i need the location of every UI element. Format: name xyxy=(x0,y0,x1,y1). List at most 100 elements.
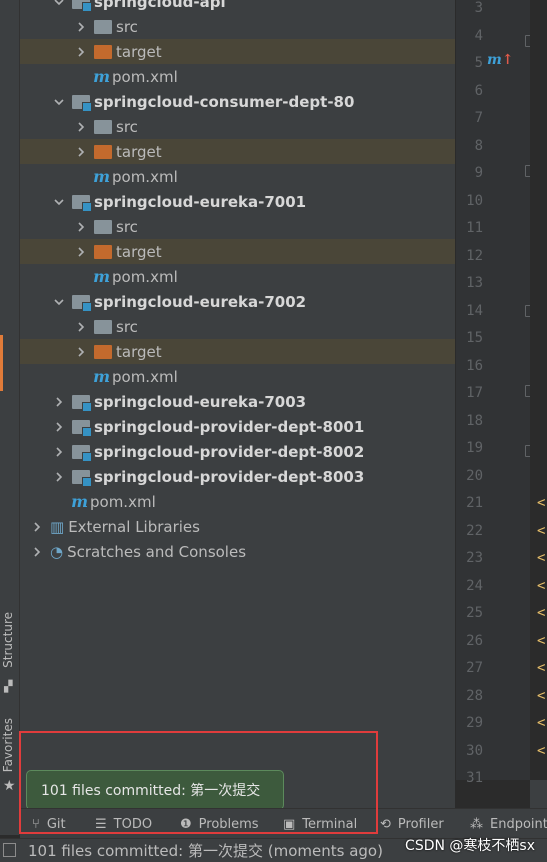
tree-item-module[interactable]: springcloud-eureka-7002 xyxy=(20,289,455,314)
tree-item-module[interactable]: springcloud-eureka-7001 xyxy=(20,189,455,214)
tree-item-label: springcloud-eureka-7002 xyxy=(94,292,307,311)
tab-terminal[interactable]: ▣ Terminal xyxy=(283,809,357,839)
tree-item-module[interactable]: springcloud-provider-dept-8003 xyxy=(20,464,455,489)
line-number: 29 xyxy=(466,715,483,731)
tree-item-src[interactable]: src xyxy=(20,14,455,39)
tree-item-scratches[interactable]: ◔ Scratches and Consoles xyxy=(20,539,455,564)
module-folder-icon xyxy=(72,444,92,462)
tree-item-pom[interactable]: m pom.xml xyxy=(20,489,455,514)
line-number: 31 xyxy=(466,770,483,786)
tree-item-label: springcloud-provider-dept-8002 xyxy=(94,442,365,461)
tab-label: Profiler xyxy=(397,816,444,832)
tab-label: Terminal xyxy=(302,816,358,832)
tab-label: TODO xyxy=(113,816,153,832)
chevron-down-icon[interactable] xyxy=(52,95,66,109)
todo-list-icon: ☰ xyxy=(95,816,107,832)
tree-item-label: springcloud-provider-dept-8003 xyxy=(94,467,365,486)
maven-parent-marker-icon[interactable]: m↑ xyxy=(487,52,514,68)
tree-item-label: target xyxy=(116,242,162,261)
module-folder-icon xyxy=(72,194,92,212)
chevron-right-icon[interactable] xyxy=(74,345,88,359)
tree-item-pom[interactable]: m pom.xml xyxy=(20,64,455,89)
excluded-folder-icon xyxy=(94,344,112,359)
watermark: CSDN @寒枝不栖sx xyxy=(405,838,535,854)
line-number: 24 xyxy=(466,577,483,594)
tab-todo[interactable]: ☰ TODO xyxy=(95,809,152,839)
chevron-right-icon[interactable] xyxy=(74,145,88,159)
tree-item-pom[interactable]: m pom.xml xyxy=(20,164,455,189)
excluded-folder-icon xyxy=(94,144,112,159)
maven-icon: m xyxy=(71,492,88,511)
module-folder-icon xyxy=(72,94,92,112)
line-number: 19 xyxy=(466,440,483,456)
profiler-icon: ⟲ xyxy=(380,816,391,832)
chevron-right-icon[interactable] xyxy=(52,445,66,459)
tree-item-pom[interactable]: m pom.xml xyxy=(20,264,455,289)
chevron-right-icon[interactable] xyxy=(74,45,88,59)
chevron-right-icon[interactable] xyxy=(52,470,66,484)
line-number: 25 xyxy=(466,605,483,621)
folder-icon xyxy=(94,119,112,134)
commit-notification-toast[interactable]: 101 files committed: 第一次提交 xyxy=(26,770,284,810)
structure-tool-button[interactable]: Structure xyxy=(1,612,15,668)
toggle-tool-windows-icon[interactable] xyxy=(3,843,16,857)
tree-item-module[interactable]: springcloud-eureka-7003 xyxy=(20,389,455,414)
favorites-tool-button[interactable]: Favorites xyxy=(1,718,15,772)
chevron-right-icon[interactable] xyxy=(52,420,66,434)
module-folder-icon xyxy=(72,419,92,437)
tree-item-label: springcloud-api xyxy=(94,0,226,11)
chevron-right-icon[interactable] xyxy=(30,545,44,559)
status-message[interactable]: 101 files committed: 第一次提交 (moments ago) xyxy=(28,840,383,861)
line-number: 30 xyxy=(466,742,483,759)
tree-item-target[interactable]: target xyxy=(20,139,455,164)
chevron-right-icon[interactable] xyxy=(74,20,88,34)
tree-item-module[interactable]: springcloud-consumer-dept-80 xyxy=(20,89,455,114)
tree-item-module[interactable]: springcloud-provider-dept-8001 xyxy=(20,414,455,439)
tree-item-label: target xyxy=(116,142,162,161)
tree-item-target[interactable]: target xyxy=(20,239,455,264)
chevron-right-icon[interactable] xyxy=(30,520,44,534)
tree-item-target[interactable]: target xyxy=(20,39,455,64)
line-number: 18 xyxy=(466,412,483,429)
tab-git[interactable]: ⑂ Git xyxy=(32,809,66,839)
chevron-right-icon[interactable] xyxy=(52,395,66,409)
terminal-icon: ▣ xyxy=(283,816,296,832)
line-number: 7 xyxy=(474,110,483,126)
tree-item-src[interactable]: src xyxy=(20,314,455,339)
line-number: 12 xyxy=(466,247,483,264)
chevron-down-icon[interactable] xyxy=(52,295,66,309)
code-line: < xyxy=(537,605,546,621)
active-tool-indicator xyxy=(0,335,3,391)
chevron-down-icon[interactable] xyxy=(52,195,66,209)
tree-item-label: src xyxy=(116,217,138,236)
folder-icon xyxy=(94,219,112,234)
chevron-right-icon[interactable] xyxy=(74,120,88,134)
code-line: < xyxy=(537,522,546,539)
chevron-right-icon[interactable] xyxy=(74,245,88,259)
tree-item-src[interactable]: src xyxy=(20,114,455,139)
scratches-icon: ◔ xyxy=(50,542,64,561)
chevron-right-icon[interactable] xyxy=(74,220,88,234)
tree-item-src[interactable]: src xyxy=(20,214,455,239)
git-branch-icon: ⑂ xyxy=(32,816,40,832)
editor-area[interactable]: < < < < < < < < < < xyxy=(530,0,547,780)
tab-label: Problems xyxy=(198,816,259,832)
tree-item-pom[interactable]: m pom.xml xyxy=(20,364,455,389)
tree-item-label: springcloud-eureka-7003 xyxy=(94,392,307,411)
line-number: 20 xyxy=(466,467,483,484)
code-line: < xyxy=(537,495,546,511)
chevron-down-icon[interactable] xyxy=(52,0,66,9)
code-line: < xyxy=(537,742,546,759)
line-number: 11 xyxy=(466,220,483,236)
tab-problems[interactable]: ❶ Problems xyxy=(180,809,259,839)
tree-item-libraries[interactable]: ▥ External Libraries xyxy=(20,514,455,539)
chevron-right-icon[interactable] xyxy=(74,320,88,334)
tree-item-target[interactable]: target xyxy=(20,339,455,364)
left-tool-strip: Structure ▞ Favorites ★ xyxy=(0,0,20,835)
line-number: 21 xyxy=(466,495,483,511)
tree-item-module[interactable]: springcloud-provider-dept-8002 xyxy=(20,439,455,464)
endpoints-icon: ⁂ xyxy=(470,816,483,832)
tree-item-module[interactable]: springcloud-api xyxy=(20,0,455,14)
